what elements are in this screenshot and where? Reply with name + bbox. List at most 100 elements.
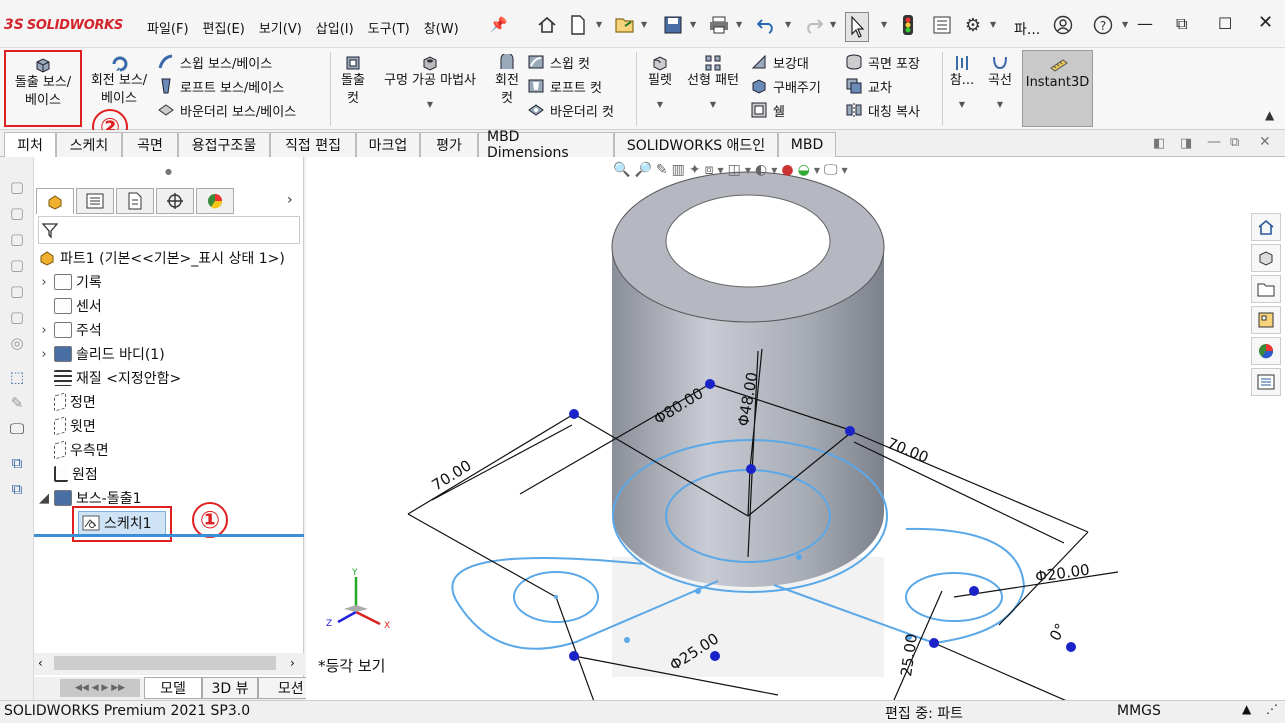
view-palette-icon[interactable] (1251, 306, 1281, 334)
linear-pattern-button[interactable]: 선형 패턴 ▼ (682, 54, 744, 114)
help-icon[interactable]: ? (1091, 12, 1115, 38)
expanded-chevron-icon[interactable]: ◢ (38, 491, 50, 506)
tab-configuration-manager[interactable] (116, 188, 154, 214)
intersect-button[interactable]: 교차 (845, 74, 920, 98)
rollback-bar[interactable] (34, 534, 304, 537)
chevron-down-icon[interactable]: ▼ (990, 20, 996, 29)
chevron-down-icon[interactable]: ▼ (596, 20, 602, 29)
tree-item-front-plane[interactable]: 정면 (38, 390, 304, 414)
sweep-boss-button[interactable]: 스윕 보스/베이스 (157, 50, 296, 74)
chevron-right-icon[interactable]: › (38, 347, 50, 362)
tree-item-material[interactable]: 재질 <지정안함> (38, 366, 304, 390)
select-tool-icon[interactable]: ⬚ (7, 367, 27, 387)
file-properties-icon[interactable] (930, 12, 954, 38)
chevron-down-icon[interactable]: ▼ (785, 20, 791, 29)
chevron-down-icon[interactable]: ▼ (657, 96, 663, 114)
section-view-icon[interactable]: ▥ (672, 162, 685, 178)
dimension-dia-20[interactable]: Φ20.00 (1034, 561, 1091, 586)
menu-insert[interactable]: 삽입(I) (309, 18, 361, 37)
tab-mbd[interactable]: MBD (778, 132, 836, 157)
dimension-25[interactable]: 25.00 (897, 633, 921, 678)
pin-icon[interactable]: 📌 (490, 17, 507, 33)
tab-property-manager[interactable] (76, 188, 114, 214)
chevron-down-icon[interactable]: ▼ (830, 20, 836, 29)
zoom-area-icon[interactable]: 🔎 (634, 162, 651, 178)
menu-edit[interactable]: 편집(E) (196, 18, 252, 37)
tree-filter-box[interactable] (38, 216, 300, 244)
rebuild-icon[interactable] (897, 12, 919, 38)
tree-horizontal-scrollbar[interactable]: ‹ › (34, 653, 304, 675)
dimension-70-right[interactable]: 70.00 (885, 434, 932, 467)
tab-direct-editing[interactable]: 직접 편집 (270, 132, 356, 157)
doc-restore-icon[interactable]: ⧉ (1230, 135, 1239, 150)
hide-show-icon[interactable]: ◐ (755, 162, 767, 178)
chevron-right-icon[interactable]: › (38, 323, 50, 338)
tab-dimxpert[interactable] (156, 188, 194, 214)
tab-mbd-dimensions[interactable]: MBD Dimensions (478, 129, 614, 161)
tab-display-manager[interactable] (196, 188, 234, 214)
tree-item-history[interactable]: › 기록 (38, 270, 304, 294)
restore-icon[interactable]: ⧉ (1176, 14, 1187, 34)
chevron-down-icon[interactable]: ▼ (842, 166, 848, 175)
menu-view[interactable]: 보기(V) (252, 18, 309, 37)
chevron-down-icon[interactable]: ▼ (641, 20, 647, 29)
chevron-down-icon[interactable]: ▼ (814, 166, 820, 175)
tree-item-origin[interactable]: 원점 (38, 462, 304, 486)
curves-button[interactable]: 곡선 ▼ (982, 54, 1018, 114)
tab-feature-tree[interactable] (36, 188, 74, 214)
file-explorer-icon[interactable] (1251, 275, 1281, 303)
chevron-down-icon[interactable]: ▼ (771, 166, 777, 175)
doc-close-icon[interactable]: ✕ (1259, 134, 1271, 150)
undo-icon[interactable] (754, 12, 778, 38)
view-settings-icon[interactable]: 🖵 (824, 162, 838, 178)
chevron-down-icon[interactable]: ▼ (1122, 20, 1128, 29)
appearances-scenes-icon[interactable] (1251, 337, 1281, 365)
panel-right-icon[interactable]: ◨ (1180, 136, 1192, 151)
tab-surfaces[interactable]: 곡면 (122, 132, 178, 157)
revolve-boss-button[interactable]: 회전 보스/ 베이스 (85, 54, 153, 108)
draft-button[interactable]: 구배주기 (750, 74, 821, 98)
boundary-boss-button[interactable]: 바운더리 보스/베이스 (157, 98, 296, 122)
tab-features[interactable]: 피처 (4, 132, 56, 157)
chevron-down-icon[interactable]: ▼ (959, 96, 965, 114)
menu-tools[interactable]: 도구(T) (361, 18, 417, 37)
copy-tool-icon[interactable]: ⧉ (7, 453, 27, 473)
chevron-down-icon[interactable]: ▼ (427, 96, 433, 114)
menu-window[interactable]: 창(W) (417, 18, 466, 37)
tree-item-annotations[interactable]: › 주석 (38, 318, 304, 342)
tree-root-part[interactable]: 파트1 (기본<<기본>_표시 상태 1>) (38, 246, 304, 270)
save-icon[interactable] (660, 12, 686, 38)
scroll-thumb[interactable] (54, 656, 276, 670)
sweep-cut-button[interactable]: 스윕 컷 (527, 50, 614, 74)
tab-3d-view[interactable]: 3D 뷰 (202, 677, 258, 699)
mirror-button[interactable]: 대칭 복사 (845, 98, 920, 122)
custom-properties-icon[interactable] (1251, 368, 1281, 396)
extrude-boss-button[interactable]: 돌출 보스/ 베이스 (6, 56, 80, 110)
solidworks-resources-home-icon[interactable] (1251, 213, 1281, 241)
instant3d-button[interactable]: Instant3D (1022, 50, 1093, 127)
display-tool-icon[interactable]: 🖵 (7, 419, 27, 439)
chevron-right-icon[interactable]: › (38, 275, 50, 290)
chevron-right-icon[interactable]: › (287, 192, 293, 208)
appearance-icon[interactable]: ● (781, 162, 793, 178)
design-library-icon[interactable] (1251, 244, 1281, 272)
tab-sketch[interactable]: 스케치 (56, 132, 122, 157)
tab-solidworks-addins[interactable]: SOLIDWORKS 애드인 (614, 132, 778, 157)
view-orientation-icon[interactable]: ⧈ (705, 162, 714, 178)
options-gear-icon[interactable]: ⚙ (962, 12, 984, 38)
new-document-icon[interactable] (566, 12, 590, 38)
reference-geometry-button[interactable]: 참... ▼ (946, 54, 978, 114)
panel-grip-icon[interactable]: ● (165, 167, 172, 176)
chevron-down-icon[interactable]: ▼ (690, 20, 696, 29)
loft-boss-button[interactable]: 로프트 보스/베이스 (157, 74, 296, 98)
dynamic-annotation-icon[interactable]: ✦ (689, 162, 701, 178)
graphics-area[interactable]: 70.00 Φ80.00 Φ48.00 70.00 Φ20.00 Φ25.00 … (306, 157, 1285, 708)
paste-tool-icon[interactable]: ⧉ (7, 479, 27, 499)
tab-model[interactable]: 모델 (144, 677, 202, 699)
tree-item-sensors[interactable]: 센서 (38, 294, 304, 318)
doc-minimize-icon[interactable]: — (1207, 134, 1221, 150)
shell-button[interactable]: 쉘 (750, 98, 821, 122)
chevron-down-icon[interactable]: ▼ (997, 96, 1003, 114)
maximize-icon[interactable]: ☐ (1218, 14, 1232, 33)
chevron-down-icon[interactable]: ▼ (881, 20, 887, 29)
